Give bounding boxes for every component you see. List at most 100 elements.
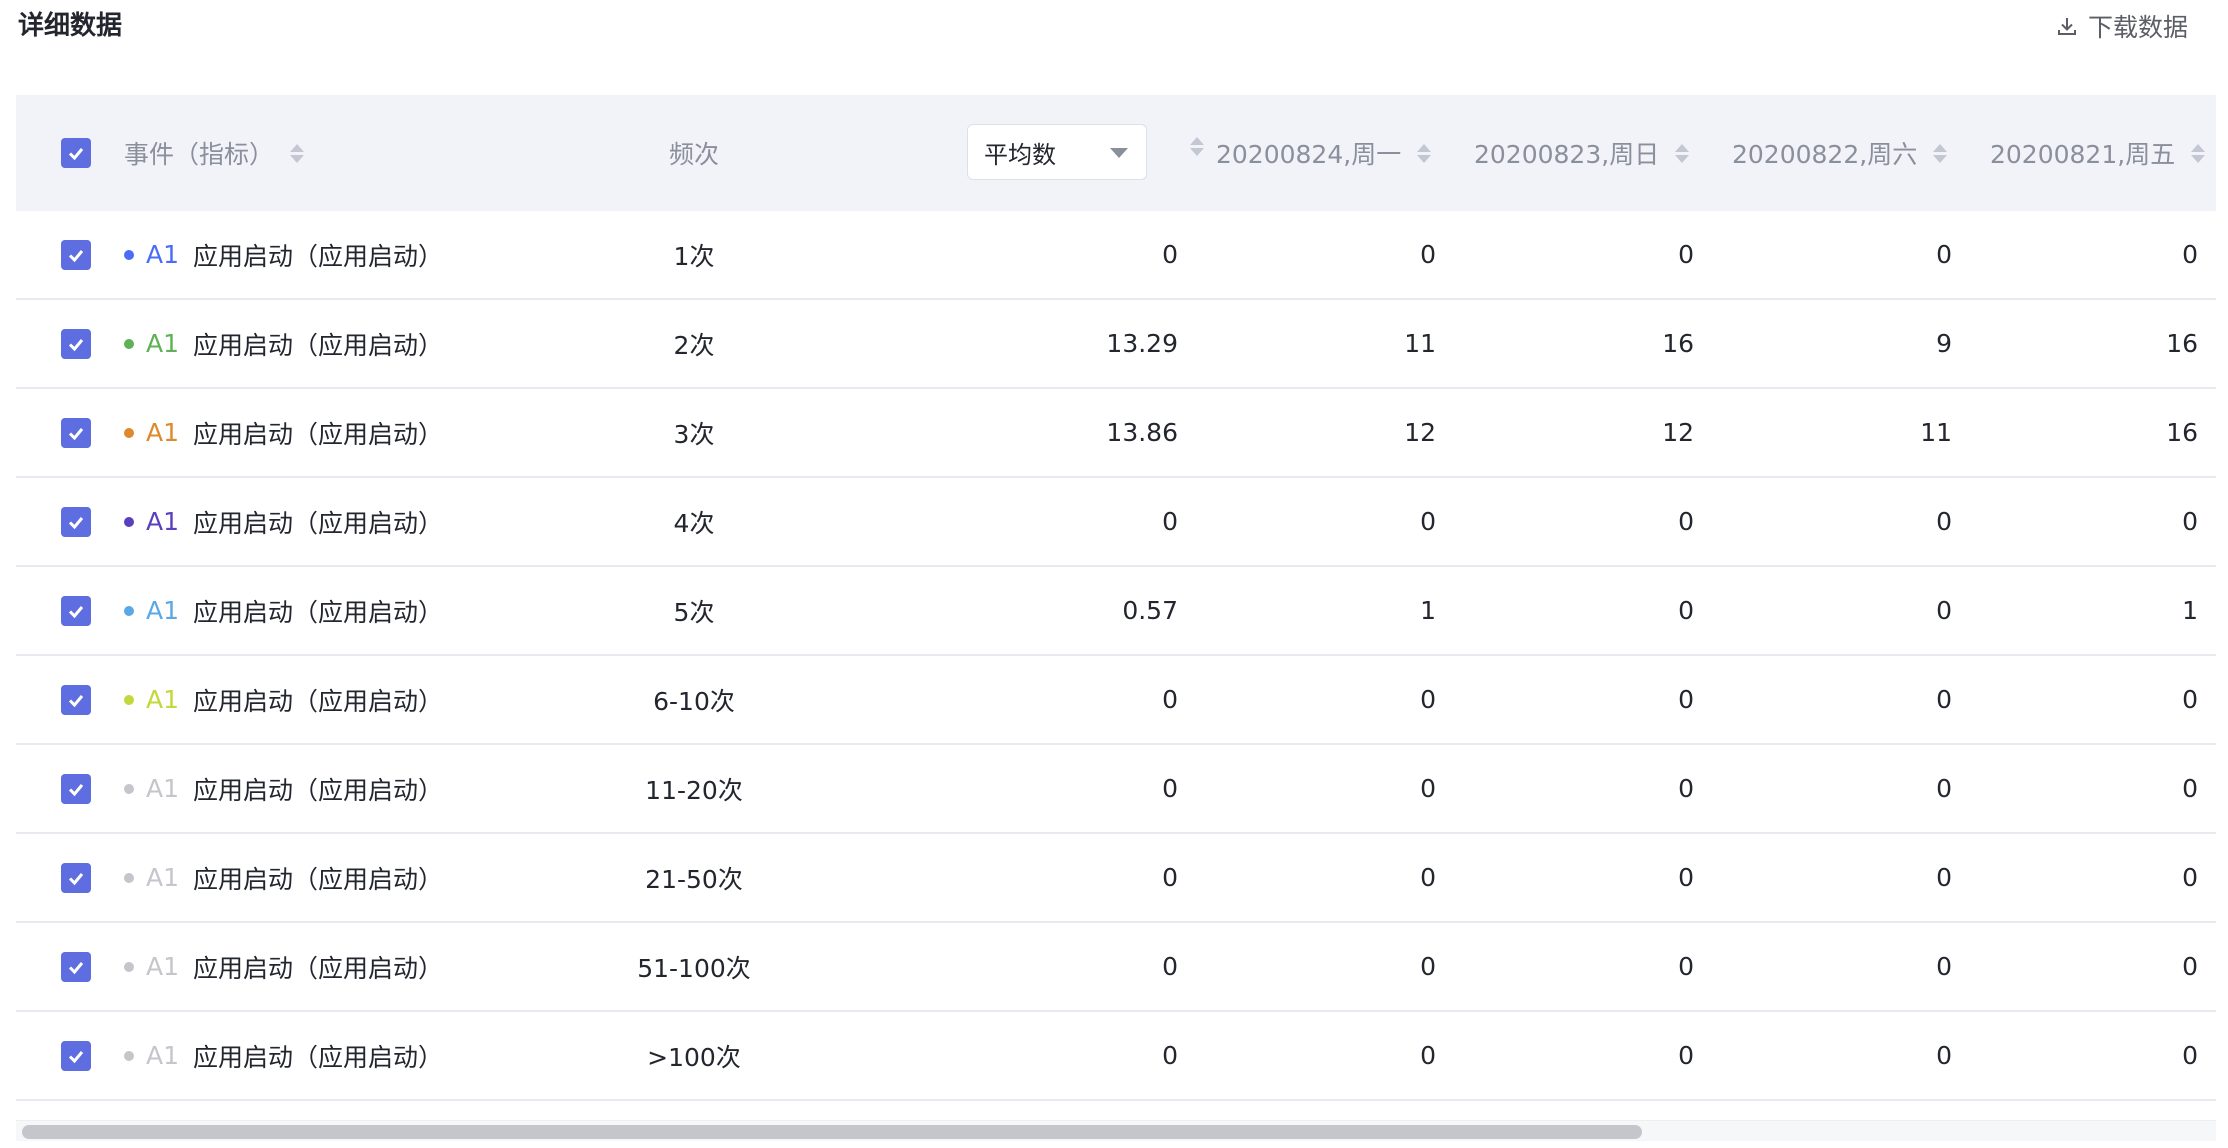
header-event[interactable]: 事件（指标） bbox=[124, 95, 544, 211]
row-average: 13.86 bbox=[1106, 418, 1178, 447]
header-event-label: 事件（指标） bbox=[124, 140, 275, 169]
table-row: A1 应用启动（应用启动） 3次 13.86 12 12 11 16 bbox=[16, 389, 2216, 478]
row-select-cell bbox=[16, 923, 124, 1010]
row-average: 0 bbox=[1162, 1041, 1178, 1070]
series-color-dot bbox=[124, 783, 134, 794]
sort-icon[interactable] bbox=[290, 143, 305, 163]
row-select-cell bbox=[16, 745, 124, 832]
header-date-1-label: 20200824,周一 bbox=[1216, 140, 1402, 169]
series-color-dot bbox=[124, 1050, 134, 1061]
row-select-cell bbox=[16, 389, 124, 476]
row-event: A1 应用启动（应用启动） bbox=[124, 834, 544, 921]
sort-icon[interactable] bbox=[1675, 143, 1690, 163]
header-date-1[interactable]: 20200824,周一 bbox=[1196, 95, 1454, 211]
select-all-checkbox[interactable] bbox=[61, 138, 91, 168]
page-header: 详细数据 下载数据 bbox=[0, 0, 2228, 60]
row-select-cell bbox=[16, 834, 124, 921]
row-frequency: 1次 bbox=[673, 241, 715, 271]
page-title: 详细数据 bbox=[18, 11, 123, 41]
table-header-row: 事件（指标） 频次 平均数 20200824,周一 20200823,周日 20… bbox=[16, 95, 2216, 211]
table-row: A1 应用启动（应用启动） 2次 13.29 11 16 9 16 bbox=[16, 300, 2216, 389]
row-frequency: 2次 bbox=[673, 330, 715, 360]
row-frequency: 5次 bbox=[673, 597, 715, 627]
row-date-1-value: 0 bbox=[1420, 774, 1436, 803]
row-checkbox[interactable] bbox=[61, 1040, 91, 1071]
row-date-2-value: 0 bbox=[1678, 685, 1694, 714]
event-code: A1 bbox=[146, 863, 180, 892]
row-frequency: 21-50次 bbox=[645, 864, 743, 894]
event-name: 应用启动（应用启动） bbox=[193, 241, 444, 271]
event-name: 应用启动（应用启动） bbox=[193, 597, 444, 627]
header-date-3[interactable]: 20200822,周六 bbox=[1712, 95, 1970, 211]
header-date-4-label: 20200821,周五 bbox=[1990, 140, 2176, 169]
event-name: 应用启动（应用启动） bbox=[193, 864, 444, 894]
caret-down-icon bbox=[1110, 148, 1128, 158]
row-date-3-value: 0 bbox=[1936, 952, 1952, 981]
row-date-4-value: 0 bbox=[2182, 952, 2198, 981]
table-row: A1 应用启动（应用启动） 4次 0 0 0 0 0 bbox=[16, 478, 2216, 567]
row-checkbox[interactable] bbox=[61, 862, 91, 893]
row-checkbox[interactable] bbox=[61, 684, 91, 715]
row-date-2-value: 0 bbox=[1678, 1041, 1694, 1070]
row-frequency: 3次 bbox=[673, 419, 715, 449]
row-checkbox[interactable] bbox=[61, 239, 91, 270]
row-frequency: 4次 bbox=[673, 508, 715, 538]
horizontal-scrollbar[interactable] bbox=[16, 1120, 2216, 1141]
series-color-dot bbox=[124, 249, 134, 260]
row-checkbox[interactable] bbox=[61, 773, 91, 804]
series-color-dot bbox=[124, 605, 134, 616]
event-code: A1 bbox=[146, 774, 180, 803]
row-date-3-value: 0 bbox=[1936, 240, 1952, 269]
header-average: 平均数 bbox=[844, 95, 1204, 211]
row-date-3-value: 0 bbox=[1936, 774, 1952, 803]
header-frequency: 频次 bbox=[544, 95, 844, 211]
row-average: 0 bbox=[1162, 240, 1178, 269]
check-icon bbox=[68, 1050, 84, 1063]
row-frequency: 51-100次 bbox=[637, 953, 751, 983]
download-label: 下载数据 bbox=[2087, 13, 2188, 42]
row-event: A1 应用启动（应用启动） bbox=[124, 211, 544, 298]
average-select[interactable]: 平均数 bbox=[967, 124, 1147, 180]
download-data-button[interactable]: 下载数据 bbox=[2056, 9, 2188, 43]
row-date-1-value: 11 bbox=[1404, 329, 1436, 358]
row-average: 0 bbox=[1162, 507, 1178, 536]
table-row: A1 应用启动（应用启动） 1次 0 0 0 0 0 bbox=[16, 211, 2216, 300]
sort-icon[interactable] bbox=[1417, 143, 1432, 163]
header-date-3-label: 20200822,周六 bbox=[1732, 140, 1918, 169]
scrollbar-thumb[interactable] bbox=[22, 1125, 1642, 1139]
row-average: 0 bbox=[1162, 774, 1178, 803]
row-date-1-value: 12 bbox=[1404, 418, 1436, 447]
header-date-2-label: 20200823,周日 bbox=[1474, 140, 1660, 169]
header-select-cell bbox=[16, 95, 124, 211]
row-select-cell bbox=[16, 656, 124, 743]
row-date-1-value: 0 bbox=[1420, 685, 1436, 714]
row-date-3-value: 0 bbox=[1936, 507, 1952, 536]
row-date-2-value: 0 bbox=[1678, 240, 1694, 269]
row-checkbox[interactable] bbox=[61, 595, 91, 626]
check-icon bbox=[68, 249, 84, 262]
header-date-2[interactable]: 20200823,周日 bbox=[1454, 95, 1712, 211]
row-checkbox[interactable] bbox=[61, 506, 91, 537]
sort-icon[interactable] bbox=[1933, 143, 1948, 163]
row-date-3-value: 11 bbox=[1920, 418, 1952, 447]
row-date-1-value: 0 bbox=[1420, 863, 1436, 892]
event-code: A1 bbox=[146, 1041, 180, 1070]
event-name: 应用启动（应用启动） bbox=[193, 419, 444, 449]
row-date-1-value: 0 bbox=[1420, 952, 1436, 981]
event-name: 应用启动（应用启动） bbox=[193, 1042, 444, 1072]
event-code: A1 bbox=[146, 418, 180, 447]
event-name: 应用启动（应用启动） bbox=[193, 330, 444, 360]
row-frequency: 11-20次 bbox=[645, 775, 743, 805]
table-row: A1 应用启动（应用启动） 6-10次 0 0 0 0 0 bbox=[16, 656, 2216, 745]
row-select-cell bbox=[16, 1012, 124, 1099]
row-checkbox[interactable] bbox=[61, 951, 91, 982]
check-icon bbox=[68, 427, 84, 440]
event-name: 应用启动（应用启动） bbox=[193, 686, 444, 716]
sort-icon[interactable] bbox=[2191, 143, 2206, 163]
row-checkbox[interactable] bbox=[61, 417, 91, 448]
row-date-2-value: 0 bbox=[1678, 596, 1694, 625]
row-date-1-value: 0 bbox=[1420, 1041, 1436, 1070]
row-checkbox[interactable] bbox=[61, 328, 91, 359]
check-icon bbox=[68, 516, 84, 529]
header-date-4[interactable]: 20200821,周五 bbox=[1970, 95, 2216, 211]
